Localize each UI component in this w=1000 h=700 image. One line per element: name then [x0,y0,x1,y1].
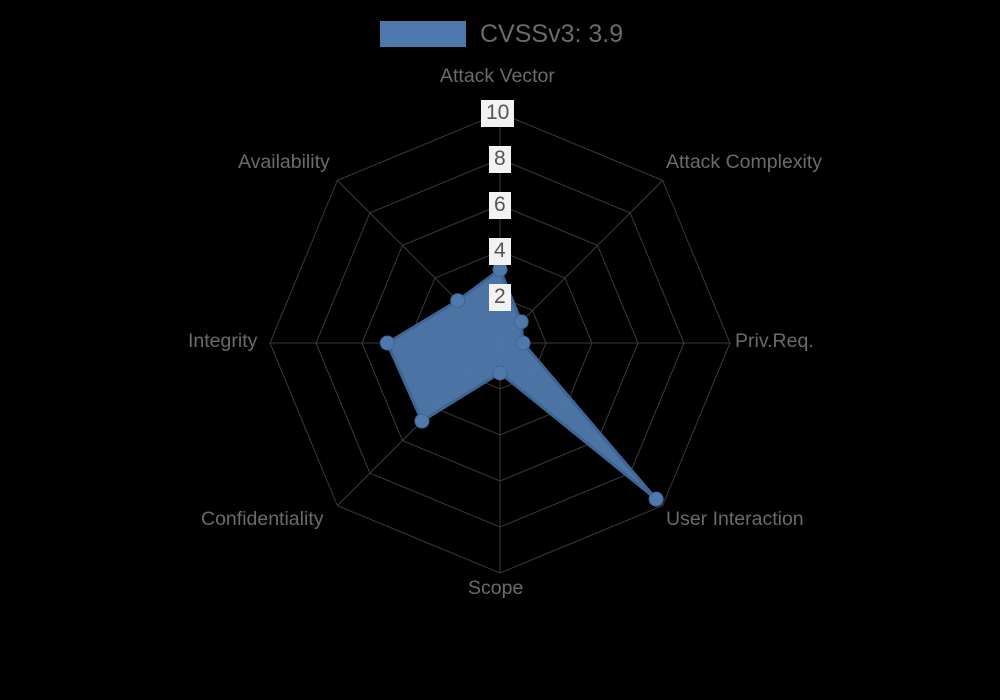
tick-label-8: 8 [489,146,511,173]
axis-label-integrity: Integrity [188,330,258,352]
data-point-5 [414,413,430,429]
tick-label-2: 2 [489,284,511,311]
radar-chart: CVSSv3: 3.9 Attack Vector Attack Complex… [0,0,1000,700]
series-polygon-cvssv3 [385,267,658,501]
axis-label-scope: Scope [468,577,524,599]
data-point-7 [450,293,466,309]
data-point-6 [379,335,395,351]
legend-label-cvssv3: CVSSv3: 3.9 [480,20,624,48]
axis-label-availability: Availability [238,151,330,173]
axis-label-priv-req: Priv.Req. [735,330,814,352]
axis-label-attack-complexity: Attack Complexity [666,151,823,173]
data-point-3 [648,491,664,507]
axis-label-user-interaction: User Interaction [666,508,804,530]
data-point-2 [515,335,531,351]
legend-swatch-cvssv3 [380,21,466,47]
chart-legend: CVSSv3: 3.9 [380,18,623,50]
data-point-1 [513,314,529,330]
tick-label-4: 4 [489,238,511,265]
data-point-4 [492,365,508,381]
tick-label-6: 6 [489,192,511,219]
axis-label-attack-vector: Attack Vector [440,65,555,87]
tick-label-10: 10 [481,100,515,127]
axis-label-confidentiality: Confidentiality [201,508,324,530]
